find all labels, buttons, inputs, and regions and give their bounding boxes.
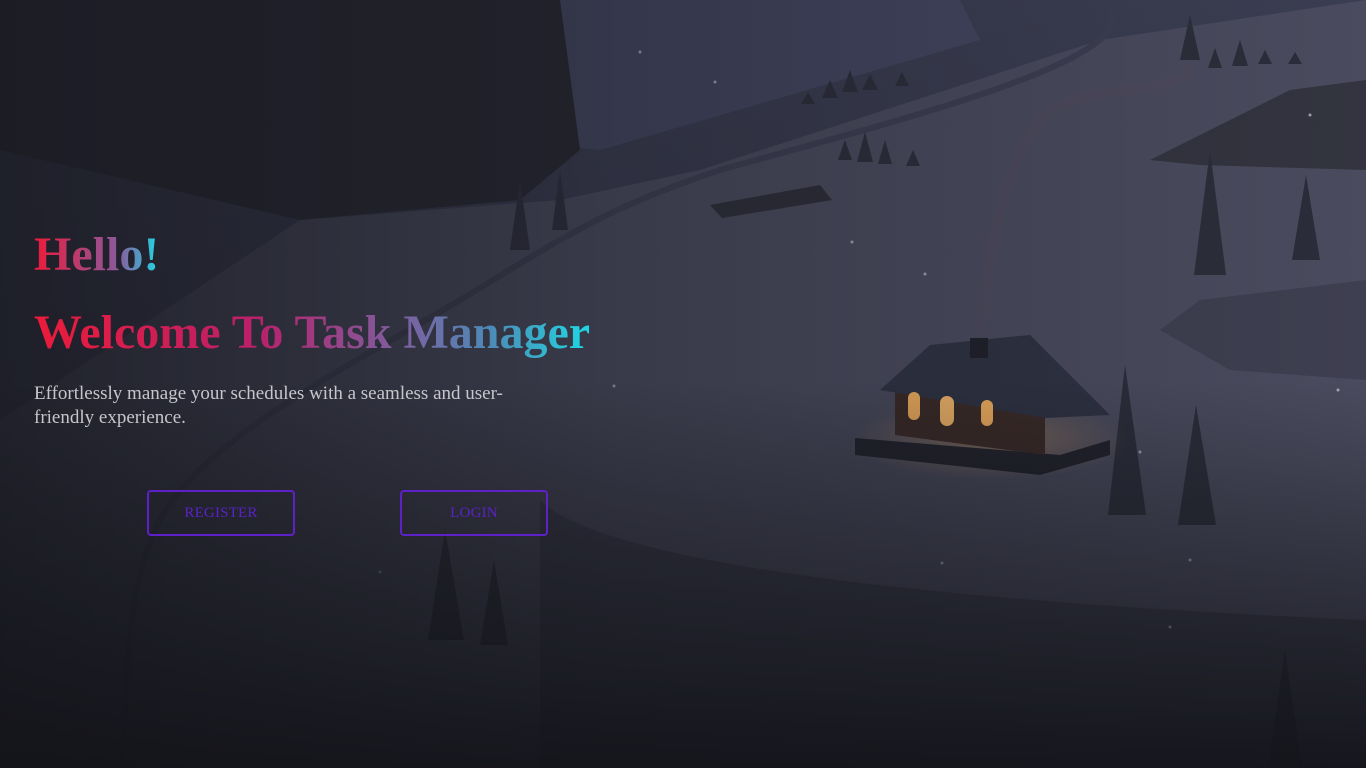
register-button[interactable]: REGISTER [147,490,295,536]
hero-section: Hello! Welcome To Task Manager Effortles… [0,0,1366,768]
login-button[interactable]: LOGIN [400,490,548,536]
greeting-heading: Hello! [34,226,159,284]
tagline-text: Effortlessly manage your schedules with … [34,383,503,428]
welcome-title: Welcome To Task Manager [34,304,590,362]
